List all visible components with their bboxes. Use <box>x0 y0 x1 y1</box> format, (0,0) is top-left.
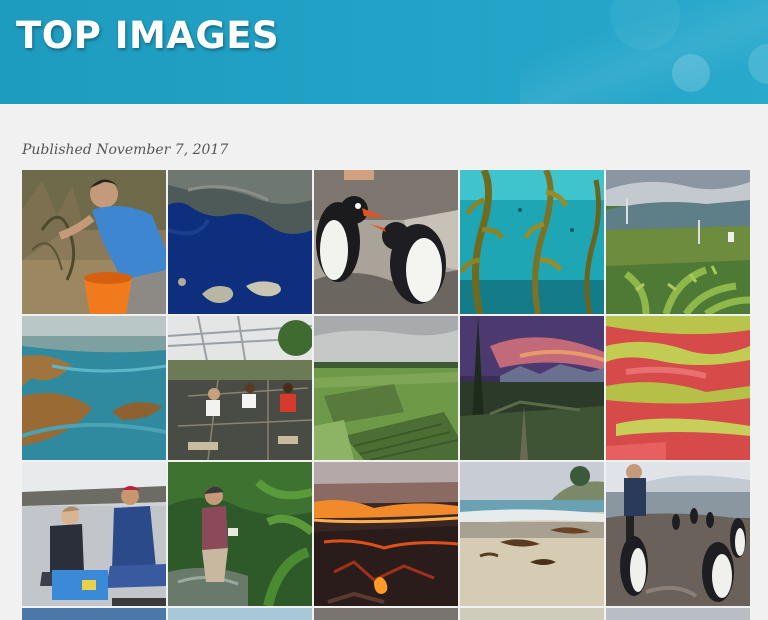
partial-photo <box>22 608 166 620</box>
penguin-colony-photo <box>606 462 750 606</box>
gallery-item-prairie-burn[interactable] <box>314 462 458 606</box>
hillside-ferns-station-photo <box>606 170 750 314</box>
researcher-planting-shrub-photo <box>22 170 166 314</box>
partial-photo <box>168 608 312 620</box>
gallery-item-partial[interactable] <box>606 608 750 620</box>
gallery-item-forest-sunset[interactable] <box>460 316 604 460</box>
aerial-estuary-photo <box>22 316 166 460</box>
forest-sunset-photo <box>460 316 604 460</box>
gallery-item-crop-plots[interactable] <box>314 316 458 460</box>
red-yellow-meadow-photo <box>606 316 750 460</box>
field-plot-researchers-photo <box>168 316 312 460</box>
gallery-item-hillside-ferns[interactable] <box>606 170 750 314</box>
gallery-item-red-meadow[interactable] <box>606 316 750 460</box>
gallery-item-kelp-beach[interactable] <box>460 462 604 606</box>
partial-photo <box>606 608 750 620</box>
banner-bokeh <box>672 54 710 92</box>
page-banner: TOP IMAGES <box>0 0 768 104</box>
gallery-item-penguin-colony[interactable] <box>606 462 750 606</box>
published-date: Published November 7, 2017 <box>22 142 229 158</box>
kelp-beach-photo <box>460 462 604 606</box>
partial-photo <box>460 608 604 620</box>
satellite-islands-photo <box>168 170 312 314</box>
gallery-item-kelp-forest[interactable] <box>460 170 604 314</box>
gallery-item-ice-sampling[interactable] <box>22 462 166 606</box>
gallery-item-partial[interactable] <box>22 608 166 620</box>
crop-field-plots-photo <box>314 316 458 460</box>
gallery-item-partial[interactable] <box>168 608 312 620</box>
gallery-item-satellite-islands[interactable] <box>168 170 312 314</box>
stream-researcher-photo <box>168 462 312 606</box>
partial-photo <box>314 608 458 620</box>
gallery-item-aerial-estuary[interactable] <box>22 316 166 460</box>
prairie-burn-photo <box>314 462 458 606</box>
gallery-item-field-plot[interactable] <box>168 316 312 460</box>
page-title: TOP IMAGES <box>16 14 280 57</box>
gallery-item-stream-researcher[interactable] <box>168 462 312 606</box>
gallery-item-researcher-planting[interactable] <box>22 170 166 314</box>
gentoo-penguins-on-rocks-photo <box>314 170 458 314</box>
gallery-item-partial[interactable] <box>460 608 604 620</box>
gallery-item-gentoo-penguins[interactable] <box>314 170 458 314</box>
researchers-ice-sampling-photo <box>22 462 166 606</box>
gallery-item-partial[interactable] <box>314 608 458 620</box>
kelp-forest-photo <box>460 170 604 314</box>
